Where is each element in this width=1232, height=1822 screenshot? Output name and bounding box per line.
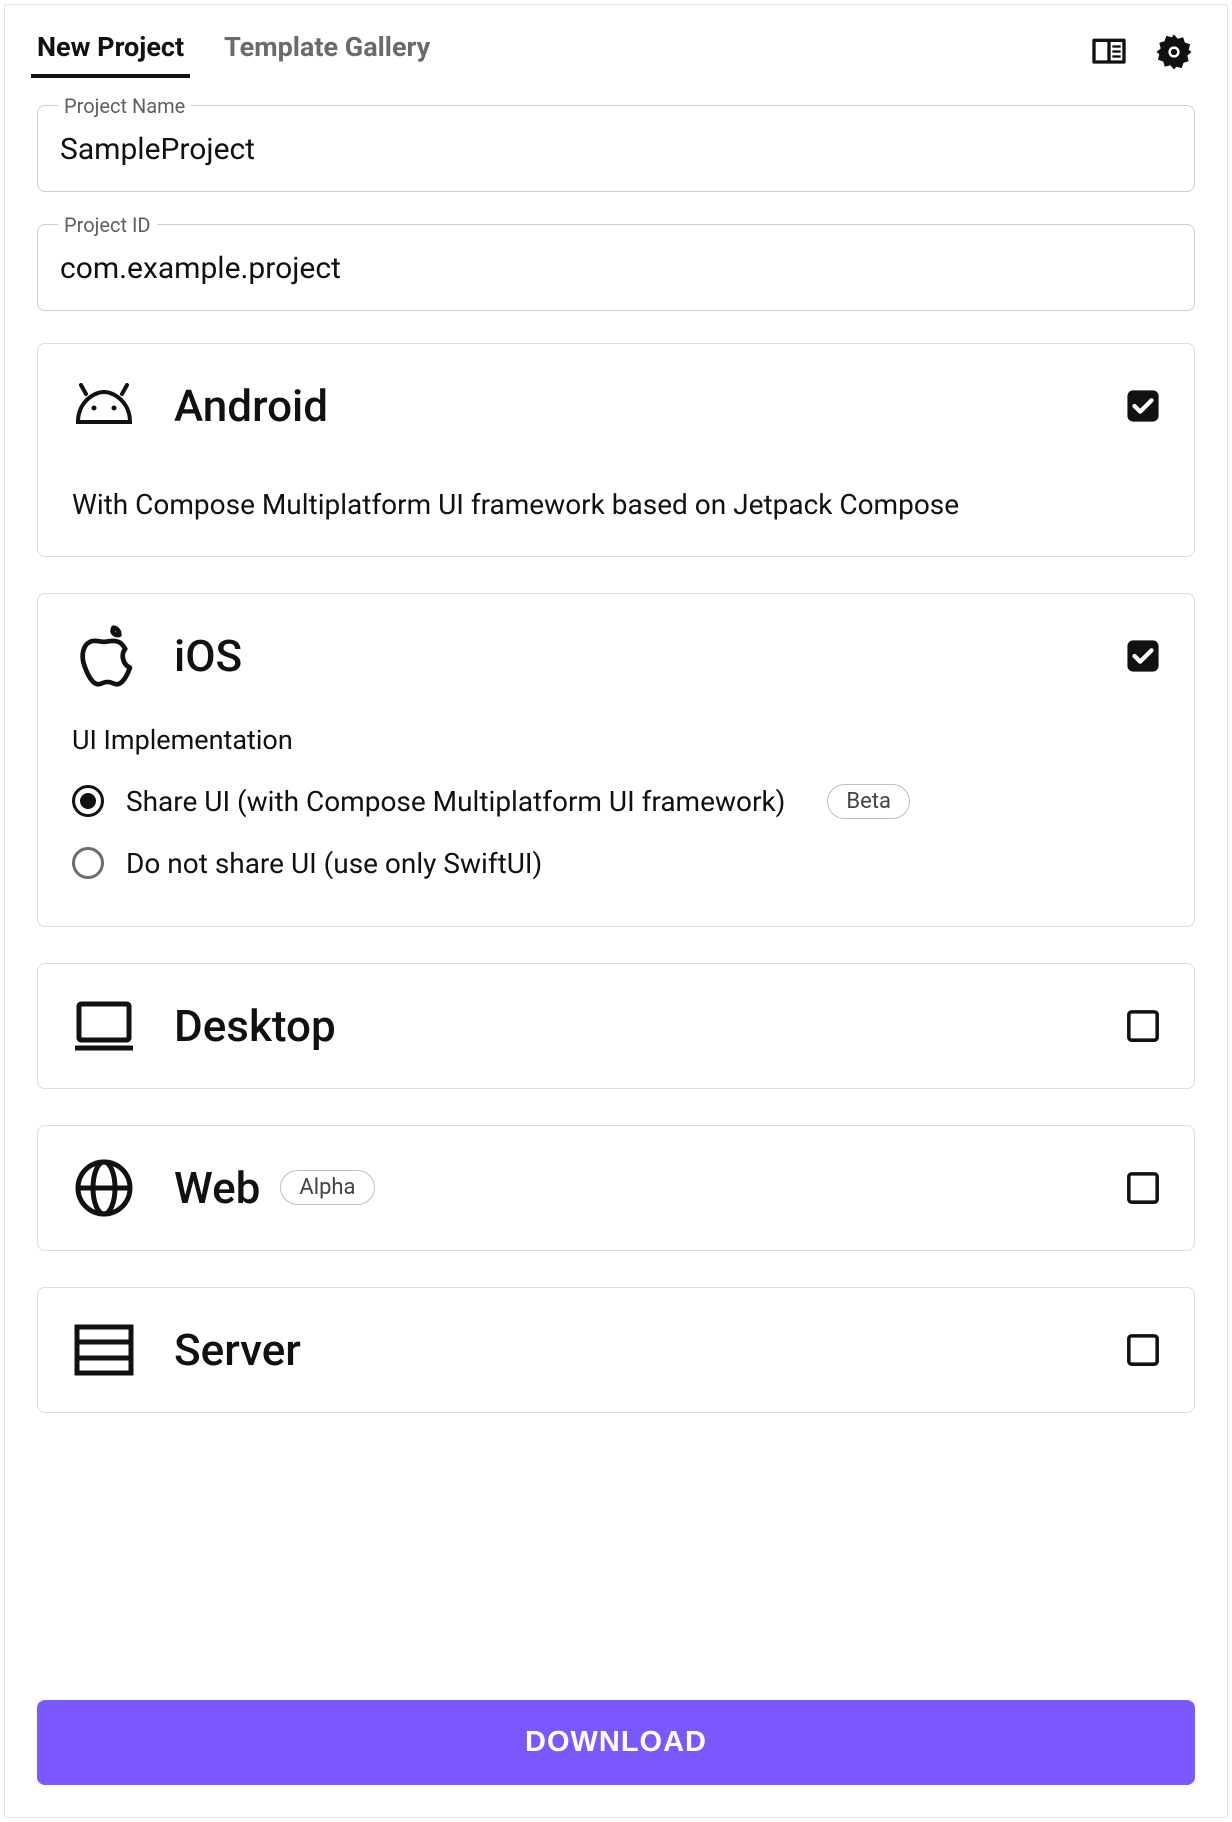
platform-card-server: Server [37, 1287, 1195, 1413]
tab-new-project[interactable]: New Project [37, 31, 184, 77]
platform-header-android[interactable]: Android [72, 374, 1160, 438]
project-id-label: Project ID [58, 213, 157, 237]
top-bar: New Project Template Gallery [37, 31, 1195, 77]
top-icons [1089, 31, 1195, 77]
android-icon [72, 374, 136, 438]
platform-title-ios: iOS [174, 630, 1126, 682]
checkbox-ios[interactable] [1126, 639, 1160, 673]
project-name-field: Project Name [37, 105, 1195, 192]
platform-card-web: Web Alpha [37, 1125, 1195, 1251]
ios-ui-impl-label: UI Implementation [72, 724, 1160, 756]
checkbox-server[interactable] [1126, 1333, 1160, 1367]
ios-radio-share-ui[interactable]: Share UI (with Compose Multiplatform UI … [72, 770, 1160, 833]
project-id-input[interactable] [60, 251, 1172, 286]
platform-card-android: Android With Compose Multiplatform UI fr… [37, 343, 1195, 557]
platform-title-web: Web [174, 1162, 260, 1214]
platform-card-ios: iOS UI Implementation Share UI (with Com… [37, 593, 1195, 927]
platform-card-desktop: Desktop [37, 963, 1195, 1089]
checkbox-web[interactable] [1126, 1171, 1160, 1205]
platform-header-desktop[interactable]: Desktop [72, 994, 1160, 1058]
platform-title-android: Android [174, 380, 1126, 432]
server-icon [72, 1318, 136, 1382]
ios-radio-noshare-ui[interactable]: Do not share UI (use only SwiftUI) [72, 833, 1160, 894]
ios-radio-noshare-label: Do not share UI (use only SwiftUI) [126, 847, 542, 880]
alpha-badge: Alpha [280, 1170, 374, 1205]
platform-header-web[interactable]: Web Alpha [72, 1156, 1160, 1220]
project-id-field: Project ID [37, 224, 1195, 311]
wizard-container: New Project Template Gallery Project Nam… [4, 4, 1228, 1818]
tab-strip: New Project Template Gallery [37, 31, 430, 77]
checkbox-desktop[interactable] [1126, 1009, 1160, 1043]
web-icon [72, 1156, 136, 1220]
checkbox-android[interactable] [1126, 389, 1160, 423]
docs-icon[interactable] [1089, 32, 1129, 76]
beta-badge: Beta [827, 784, 910, 819]
settings-icon[interactable] [1153, 31, 1195, 77]
desktop-icon [72, 994, 136, 1058]
ios-radio-share-label: Share UI (with Compose Multiplatform UI … [126, 785, 785, 818]
project-name-label: Project Name [58, 94, 191, 118]
tab-template-gallery[interactable]: Template Gallery [224, 31, 430, 77]
platform-header-server[interactable]: Server [72, 1318, 1160, 1382]
radio-selected-icon [72, 785, 104, 817]
project-name-input[interactable] [60, 132, 1172, 167]
platform-title-server: Server [174, 1324, 1126, 1376]
apple-icon [72, 624, 136, 688]
radio-unselected-icon [72, 847, 104, 879]
platform-header-ios[interactable]: iOS [72, 624, 1160, 688]
platform-desc-android: With Compose Multiplatform UI framework … [72, 486, 1160, 524]
download-button[interactable]: DOWNLOAD [37, 1700, 1195, 1785]
platform-title-desktop: Desktop [174, 1000, 1126, 1052]
